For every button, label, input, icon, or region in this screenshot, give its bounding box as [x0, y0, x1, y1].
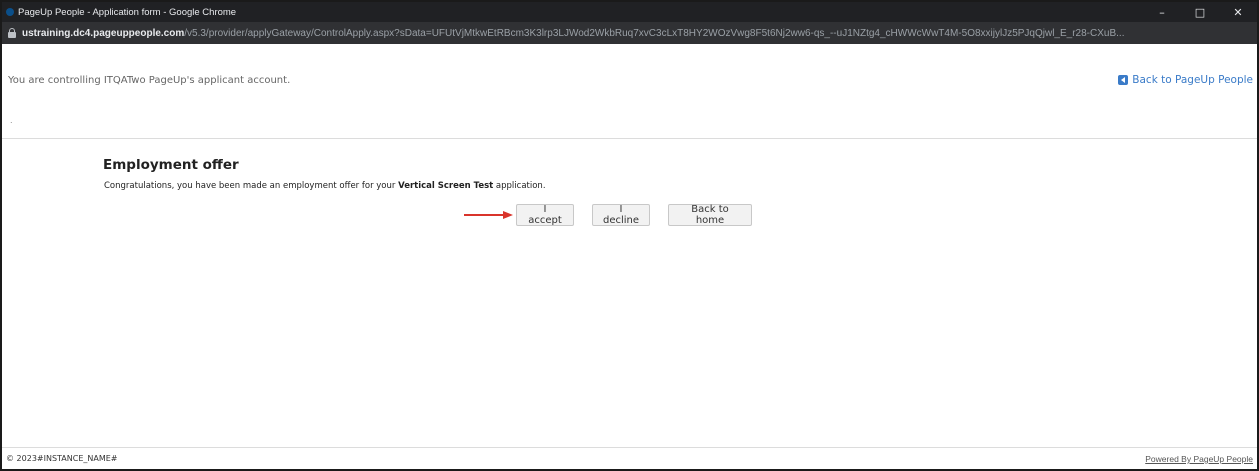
offer-job-title: Vertical Screen Test	[398, 181, 494, 191]
title-bar: PageUp People - Application form - Googl…	[2, 2, 1257, 22]
back-link-label: Back to PageUp People	[1132, 74, 1253, 86]
offer-message: Congratulations, you have been made an e…	[104, 181, 546, 191]
page-title: Employment offer	[103, 157, 239, 173]
main-content: Employment offer Congratulations, you ha…	[2, 139, 1257, 447]
powered-by-link[interactable]: Powered By PageUp People	[1145, 454, 1253, 464]
copyright-text: © 2023#INSTANCE_NAME#	[6, 454, 118, 463]
maximize-button[interactable]: □	[1181, 2, 1219, 22]
accept-offer-button[interactable]: I accept	[516, 204, 574, 226]
back-to-home-button[interactable]: Back to home	[668, 204, 752, 226]
window-title: PageUp People - Application form - Googl…	[18, 6, 237, 18]
back-to-pageup-link[interactable]: Back to PageUp People	[1118, 74, 1253, 86]
url-text[interactable]: ustraining.dc4.pageuppeople.com/v5.3/pro…	[22, 28, 1124, 39]
control-notice-bar: You are controlling ITQATwo PageUp's app…	[2, 44, 1257, 139]
window-controls: – □ ✕	[1143, 2, 1257, 22]
offer-actions: I accept I decline Back to home	[516, 204, 752, 226]
browser-window: PageUp People - Application form - Googl…	[0, 0, 1259, 471]
notice-dot: .	[10, 116, 13, 125]
annotation-arrow-icon	[464, 211, 513, 219]
minimize-button[interactable]: –	[1143, 2, 1181, 22]
close-button[interactable]: ✕	[1219, 2, 1257, 22]
page-footer: © 2023#INSTANCE_NAME# Powered By PageUp …	[2, 447, 1257, 469]
lock-icon[interactable]	[8, 28, 16, 38]
address-bar[interactable]: ustraining.dc4.pageuppeople.com/v5.3/pro…	[2, 22, 1257, 44]
offer-message-suffix: application.	[493, 181, 546, 191]
control-notice-text: You are controlling ITQATwo PageUp's app…	[8, 75, 291, 86]
offer-message-prefix: Congratulations, you have been made an e…	[104, 181, 399, 191]
pageup-favicon-icon	[6, 8, 14, 16]
url-host: ustraining.dc4.pageuppeople.com	[22, 27, 185, 39]
back-arrow-icon	[1118, 75, 1129, 85]
url-path: /v5.3/provider/applyGateway/ControlApply…	[184, 27, 1125, 39]
decline-offer-button[interactable]: I decline	[592, 204, 650, 226]
